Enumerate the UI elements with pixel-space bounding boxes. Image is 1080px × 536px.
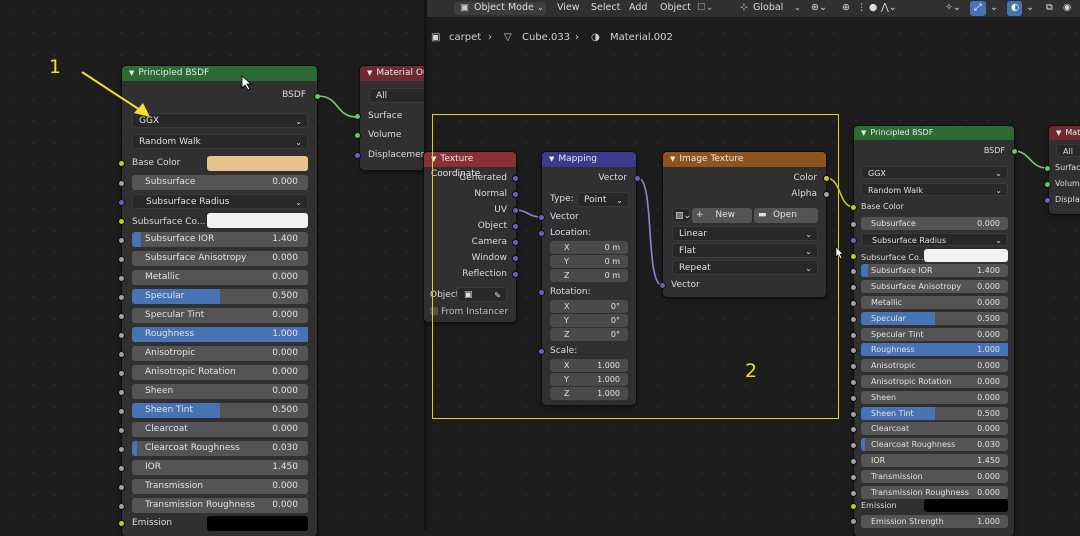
emission-strength-slider[interactable]: Emission Strength 1.000 [861, 515, 1008, 528]
input-socket[interactable] [850, 394, 857, 402]
input-socket[interactable] [118, 427, 125, 434]
input-socket[interactable] [118, 180, 125, 187]
volume-input-label: Volume [1055, 179, 1080, 188]
emission-input-socket[interactable] [850, 503, 857, 510]
principled-bsdf-node-right[interactable]: ▼ Principled BSDF BSDF GGX ⌄ Random Walk ⌄ … [854, 126, 1014, 536]
slider-ior[interactable]: IOR 1.450 [861, 454, 1008, 467]
collapse-icon[interactable]: ▼ [861, 126, 866, 140]
slider-metallic[interactable]: Metallic 0.000 [861, 296, 1008, 309]
slider-anisotropic-rotation[interactable]: Anisotropic Rotation 0.000 [861, 375, 1008, 388]
input-socket[interactable] [118, 389, 125, 396]
chevron-down-icon: ⌄ [995, 235, 1002, 245]
subsurface-radius-dropdown[interactable]: Subsurface Radius ⌄ [861, 232, 1008, 246]
input-socket[interactable] [118, 370, 125, 377]
input-socket[interactable] [118, 199, 125, 206]
subsurface-color-swatch[interactable] [924, 248, 1008, 262]
input-socket[interactable] [850, 236, 857, 244]
chevron-down-icon: ⌄ [995, 169, 1002, 178]
input-socket[interactable] [118, 294, 125, 301]
input-socket[interactable] [850, 458, 857, 465]
emission-color-swatch[interactable] [924, 499, 1008, 512]
subsurface-color-row[interactable]: Subsurface Co... [861, 248, 1008, 262]
node-header[interactable]: ▼ Mat [1049, 126, 1080, 140]
input-socket[interactable] [850, 410, 857, 418]
input-socket[interactable] [850, 379, 857, 386]
displacement-input-label: Displac [1055, 195, 1080, 204]
input-socket[interactable] [118, 275, 125, 282]
input-socket[interactable] [118, 256, 125, 263]
slider-transmission-roughness[interactable]: Transmission Roughness 0.000 [861, 485, 1008, 499]
selection-box [432, 114, 839, 419]
input-socket[interactable] [118, 484, 125, 491]
node-header[interactable]: ▼ Principled BSDF [854, 126, 1014, 140]
input-socket[interactable] [850, 473, 857, 481]
slider-specular-tint[interactable]: Specular Tint 0.000 [861, 327, 1008, 341]
input-socket[interactable] [118, 503, 125, 510]
surface-input-label: Surface [1055, 163, 1080, 172]
slider-roughness[interactable]: Roughness 1.000 [861, 343, 1008, 357]
slider-specular[interactable]: Specular 0.500 [861, 311, 1008, 325]
input-socket[interactable] [850, 331, 857, 339]
input-socket[interactable] [850, 221, 857, 228]
emission-label: Emission [861, 501, 897, 510]
material-output-node-right[interactable]: ▼Mat All Surface Volume Displac [1049, 126, 1080, 214]
slider-transmission[interactable]: Transmission 0.000 [861, 469, 1008, 483]
input-socket[interactable] [850, 315, 857, 323]
input-socket[interactable] [118, 446, 125, 453]
input-socket[interactable] [118, 237, 125, 244]
input-socket[interactable] [850, 252, 857, 260]
volume-input-socket[interactable] [1044, 181, 1051, 188]
distribution-dropdown[interactable]: GGX ⌄ [861, 166, 1008, 179]
input-socket[interactable] [118, 408, 125, 415]
annotation-number-2: 2 [745, 360, 758, 382]
base-color-label: Base Color [861, 202, 904, 211]
input-socket[interactable] [118, 465, 125, 472]
bsdf-output-socket[interactable] [1011, 148, 1018, 155]
bsdf-output-label: BSDF [983, 146, 1005, 155]
slider-sheen[interactable]: Sheen 0.000 [861, 390, 1008, 404]
chevron-down-icon: ⌄ [995, 186, 1002, 195]
collapse-icon[interactable]: ▼ [1056, 126, 1061, 140]
input-socket[interactable] [118, 313, 125, 320]
base-color-input-socket[interactable] [850, 204, 857, 211]
input-socket[interactable] [850, 489, 857, 497]
input-socket[interactable] [850, 300, 857, 307]
input-socket[interactable] [118, 218, 125, 225]
surface-input-socket[interactable] [1044, 165, 1051, 172]
slider-clearcoat[interactable]: Clearcoat 0.000 [861, 422, 1008, 436]
slider-clearcoat-roughness[interactable]: Clearcoat Roughness 0.030 [861, 438, 1008, 452]
slider-anisotropic[interactable]: Anisotropic 0.000 [861, 359, 1008, 373]
input-socket[interactable] [118, 332, 125, 339]
target-dropdown[interactable]: All [1056, 144, 1080, 157]
emission-strength-socket[interactable] [850, 518, 857, 525]
slider-subsurface-anisotropy[interactable]: Subsurface Anisotropy 0.000 [861, 280, 1008, 294]
displacement-input-socket[interactable] [1044, 197, 1051, 204]
emission-input-socket[interactable] [118, 520, 125, 527]
slider-subsurface-ior[interactable]: Subsurface IOR 1.400 [861, 264, 1008, 278]
input-socket[interactable] [118, 351, 125, 358]
slider-subsurface[interactable]: Subsurface 0.000 [861, 217, 1008, 230]
slider-sheen-tint[interactable]: Sheen Tint 0.500 [861, 406, 1008, 420]
mouse-cursor-icon [835, 246, 844, 260]
subsurface-method-dropdown[interactable]: Random Walk ⌄ [861, 183, 1008, 196]
